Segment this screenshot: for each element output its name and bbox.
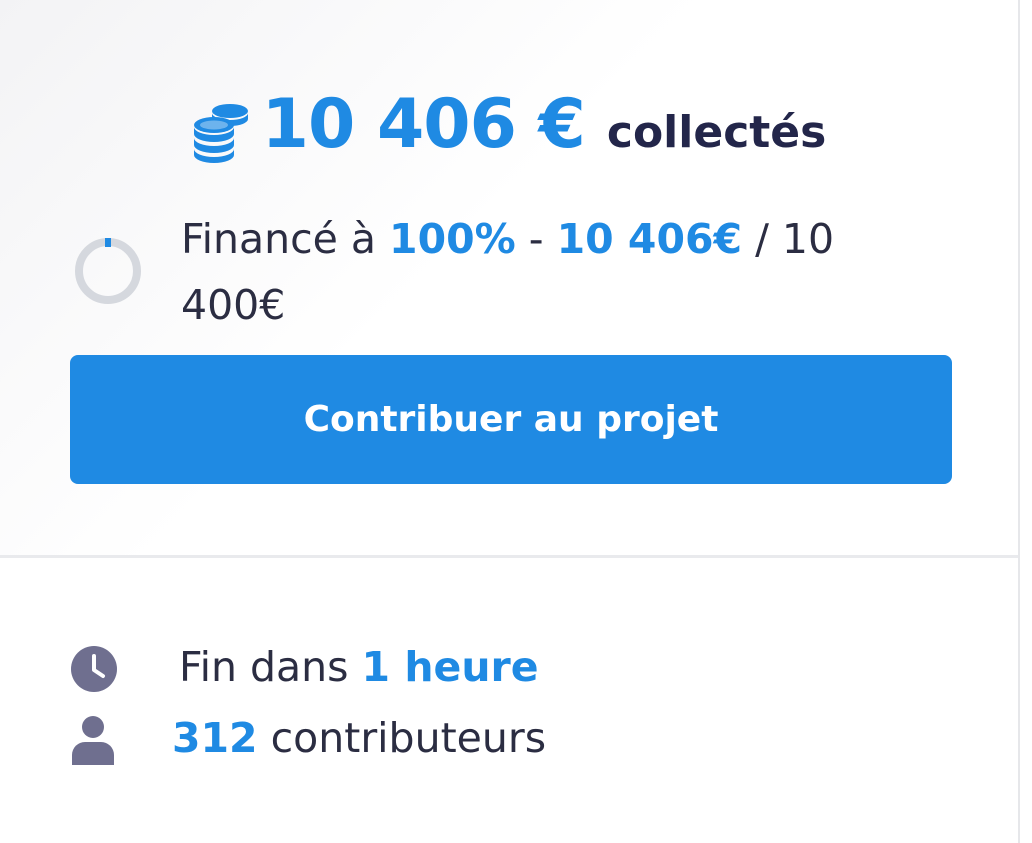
clock-icon <box>71 646 117 692</box>
amount-headline: 10 406 € collectés <box>0 85 1018 175</box>
end-time: Fin dans 1 heure <box>179 643 539 691</box>
coins-icon <box>193 104 248 163</box>
contributors-number: 312 <box>172 714 258 762</box>
amount-collected: 10 406 € <box>261 85 586 164</box>
funding-percent: 100% <box>389 215 516 263</box>
card-edge <box>1018 0 1020 843</box>
funding-raised: 10 406€ <box>556 215 743 263</box>
end-value: 1 heure <box>361 643 539 691</box>
funding-separator: - <box>515 215 557 263</box>
amount-suffix: collectés <box>606 107 827 158</box>
contribute-button[interactable]: Contribuer au projet <box>70 355 952 484</box>
funding-status: Financé à 100% - 10 406€ / 10 400€ <box>181 206 881 338</box>
progress-ring-marker <box>105 238 111 247</box>
end-prefix: Fin dans <box>179 643 362 691</box>
section-divider <box>0 555 1018 558</box>
contributors-count: 312 contributeurs <box>172 714 546 762</box>
user-icon <box>72 716 114 765</box>
contributors-label: contributeurs <box>257 714 547 762</box>
progress-ring <box>75 238 141 304</box>
funding-prefix: Financé à <box>181 215 390 263</box>
campaign-widget: 10 406 € collectés Financé à 100% - 10 4… <box>0 0 1032 843</box>
